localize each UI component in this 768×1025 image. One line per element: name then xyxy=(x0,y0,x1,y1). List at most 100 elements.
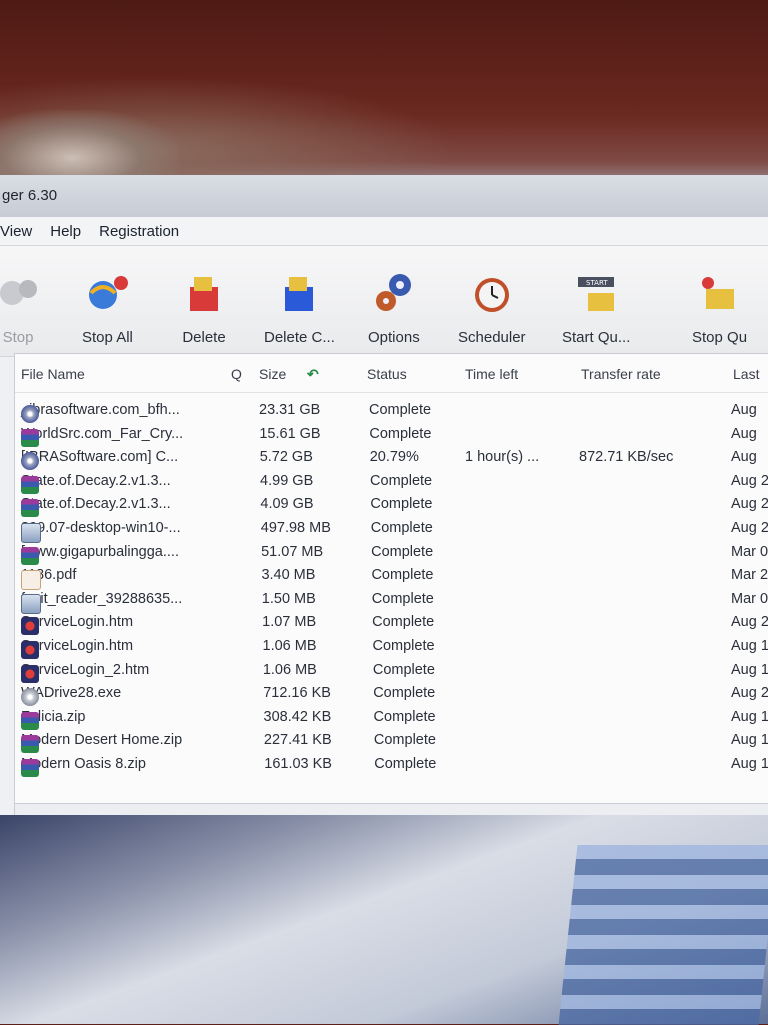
file-size: 15.61 GB xyxy=(259,425,321,442)
table-row[interactable]: ServiceLogin.htm 1.07 MB Complete Aug 2 xyxy=(15,611,768,636)
stop-queue-button[interactable]: Stop Qu xyxy=(692,271,747,356)
table-row[interactable]: Modern Oasis 8.zip 161.03 KB Complete Aug 1 xyxy=(15,753,768,777)
col-queue[interactable]: Q xyxy=(231,366,242,382)
delete-button[interactable]: Delete xyxy=(182,271,226,356)
file-size: 51.07 MB xyxy=(261,543,324,560)
file-size: 23.31 GB xyxy=(259,402,321,418)
start-queue-button[interactable]: START Start Qu... xyxy=(562,271,630,356)
file-name: ServiceLogin_2.htm xyxy=(21,662,149,683)
menu-bar: View Help Registration xyxy=(0,217,768,246)
file-status: 20.79% xyxy=(369,449,419,466)
rar-file-icon xyxy=(21,499,39,518)
file-status: Complete xyxy=(370,520,433,536)
file-last: Mar 0 xyxy=(731,590,768,607)
file-last: Aug 1 xyxy=(731,638,768,654)
table-row[interactable]: State.of.Decay.2.v1.3... 4.09 GB Complete A… xyxy=(15,493,768,518)
table-row[interactable]: Felicia.zip 308.42 KB Complete Aug 1 xyxy=(15,706,768,730)
file-last: Aug 2 xyxy=(731,520,768,536)
file-size: 4.09 GB xyxy=(260,496,314,513)
table-row[interactable]: WADrive28.exe 712.16 KB Complete Aug 2 xyxy=(15,682,768,707)
table-row[interactable]: foxit_reader_39288635... 1.50 MB Complete M… xyxy=(15,588,768,614)
file-last: Aug 1 xyxy=(731,756,768,772)
file-size: 1.50 MB xyxy=(261,590,316,607)
file-status: Complete xyxy=(371,567,434,584)
table-row[interactable]: 399.07-desktop-win10-... 497.98 MB Complet… xyxy=(15,517,768,543)
menu-registration[interactable]: Registration xyxy=(99,223,179,240)
file-size: 1.07 MB xyxy=(262,614,317,631)
disc-file-icon xyxy=(21,405,39,423)
file-name: ServiceLogin.htm xyxy=(21,638,133,659)
file-size: 1.06 MB xyxy=(262,638,317,654)
delete-icon xyxy=(182,271,226,315)
gear-icon xyxy=(372,271,416,315)
menu-help[interactable]: Help xyxy=(50,223,81,240)
file-size: 4.99 GB xyxy=(260,472,314,489)
file-size: 308.42 KB xyxy=(263,708,332,725)
file-last: Mar 0 xyxy=(731,543,768,560)
file-last: Aug 1 xyxy=(731,708,768,725)
file-name: ServiceLogin.htm xyxy=(21,614,133,636)
stop-queue-icon xyxy=(698,271,742,315)
htm-file-icon xyxy=(21,641,39,659)
stop-button[interactable]: Stop xyxy=(0,271,40,356)
background-photo-bottom xyxy=(0,815,768,1025)
start-queue-icon: START xyxy=(574,271,618,315)
file-last: Aug 2 xyxy=(731,685,768,702)
table-row[interactable]: ServiceLogin_2.htm 1.06 MB Complete Aug 1 xyxy=(15,659,768,683)
file-status: Complete xyxy=(374,756,437,772)
file-status: Complete xyxy=(370,472,433,489)
col-size[interactable]: Size xyxy=(259,366,286,382)
file-name: 1186.pdf xyxy=(21,567,76,591)
col-last[interactable]: Last xyxy=(733,366,759,382)
table-row[interactable]: [www.gigapurbalingga.... 51.07 MB Complete… xyxy=(15,541,768,565)
file-last: Aug xyxy=(731,449,757,466)
svg-text:START: START xyxy=(586,279,608,287)
file-name: [www.gigapurbalingga.... xyxy=(21,544,179,565)
file-size: 227.41 KB xyxy=(263,732,332,749)
rar-file-icon xyxy=(21,735,39,754)
stop-icon xyxy=(0,271,40,315)
options-button[interactable]: Options xyxy=(368,271,420,356)
file-name: State.of.Decay.2.v1.3... xyxy=(21,473,171,494)
col-file-name[interactable]: File Name xyxy=(21,366,85,382)
window-blinds xyxy=(558,845,768,1025)
file-status: Complete xyxy=(371,543,434,560)
file-name: State.of.Decay.2.v1.3... xyxy=(21,496,171,518)
file-name: foxit_reader_39288635... xyxy=(21,591,182,614)
file-status: Complete xyxy=(369,402,432,418)
sort-arrow-icon: ↶ xyxy=(307,366,319,382)
rar-file-icon xyxy=(21,759,39,777)
table-row[interactable]: Modern Desert Home.zip 227.41 KB Complete A… xyxy=(15,729,768,754)
file-size: 3.40 MB xyxy=(261,567,316,584)
file-last: Aug 2 xyxy=(731,496,768,513)
file-size: 1.06 MB xyxy=(262,661,317,678)
file-last: Aug 1 xyxy=(731,732,768,749)
file-status: Complete xyxy=(373,685,436,702)
download-list[interactable]: File Name Q Size ↶ Status Time left Tran… xyxy=(14,353,768,805)
stop-all-button[interactable]: Stop All xyxy=(82,271,133,356)
rar-file-icon xyxy=(21,546,39,565)
file-status: Complete xyxy=(370,496,433,513)
col-transfer-rate[interactable]: Transfer rate xyxy=(581,366,661,382)
file-name: WADrive28.exe xyxy=(21,685,121,707)
menu-view[interactable]: View xyxy=(0,223,32,240)
file-last: Aug xyxy=(731,402,757,418)
file-status: Complete xyxy=(369,425,432,442)
scheduler-button[interactable]: Scheduler xyxy=(458,271,526,356)
rar-file-icon xyxy=(21,428,39,447)
file-time-left: 1 hour(s) ... xyxy=(465,449,540,466)
file-name: Modern Oasis 8.zip xyxy=(21,756,146,777)
alarm-clock-icon xyxy=(470,271,514,315)
table-row[interactable]: State.of.Decay.2.v1.3... 4.99 GB Complete A… xyxy=(15,470,768,494)
table-row[interactable]: _ibrasoftware.com_bfh... 23.31 GB Complete… xyxy=(15,399,768,423)
file-size: 497.98 MB xyxy=(260,520,331,536)
col-status[interactable]: Status xyxy=(367,366,407,382)
col-time-left[interactable]: Time left xyxy=(465,366,518,382)
delete-completed-button[interactable]: Delete C... xyxy=(264,271,335,356)
table-row[interactable]: [IBRASoftware.com] C... 5.72 GB 20.79% 1 ho… xyxy=(15,446,768,471)
table-row[interactable]: WorldSrc.com_Far_Cry... 15.61 GB Complete A… xyxy=(15,423,768,447)
file-name: WorldSrc.com_Far_Cry... xyxy=(21,426,183,447)
table-row[interactable]: 1186.pdf 3.40 MB Complete Mar 2 xyxy=(15,564,768,591)
table-row[interactable]: ServiceLogin.htm 1.06 MB Complete Aug 1 xyxy=(15,635,768,659)
file-name: Modern Desert Home.zip xyxy=(21,732,182,754)
